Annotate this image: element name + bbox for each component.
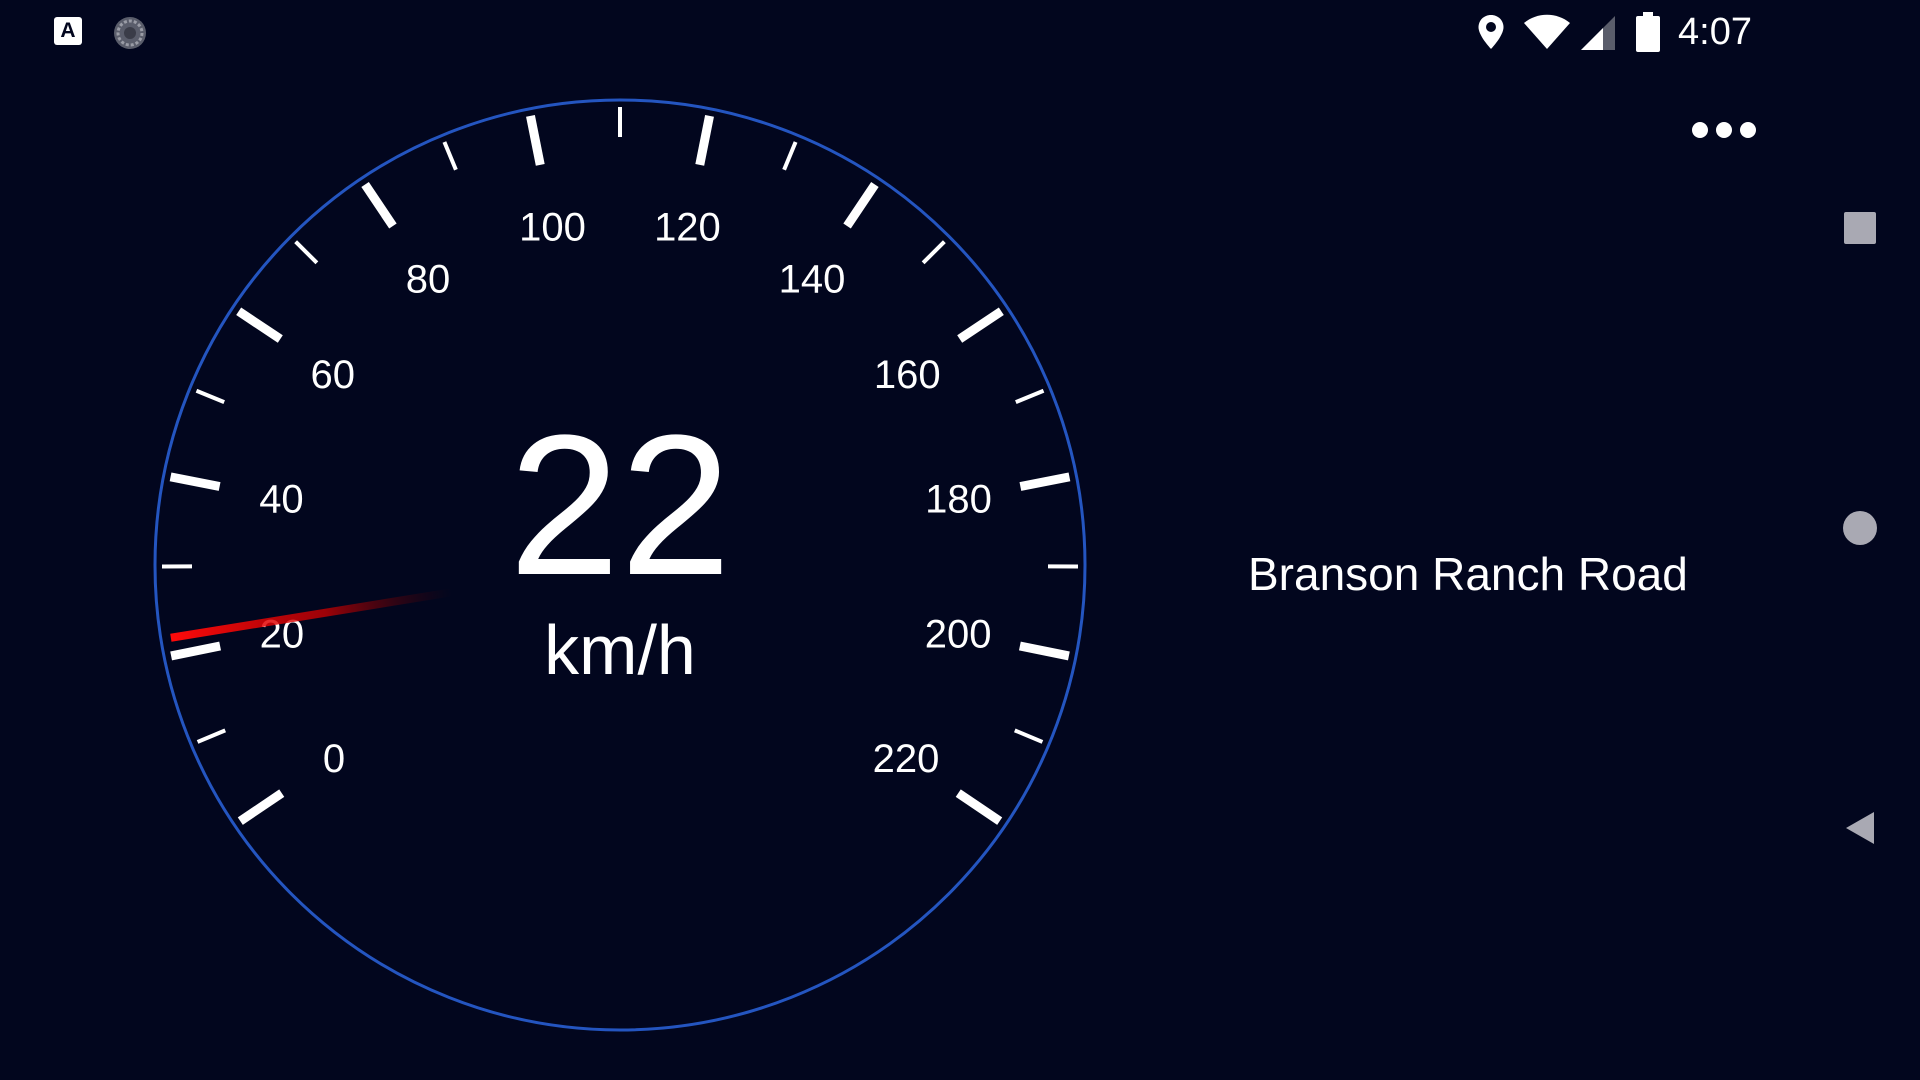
- scale-label: 220: [873, 737, 940, 781]
- major-tick: [695, 114, 714, 166]
- major-tick: [1018, 641, 1070, 661]
- more-horizontal-icon: [1692, 122, 1756, 138]
- scale-label: 40: [259, 478, 304, 522]
- minor-tick: [782, 141, 798, 171]
- minor-tick: [921, 240, 946, 265]
- recents-button[interactable]: [1830, 210, 1890, 270]
- major-tick: [955, 789, 1003, 825]
- back-icon: [1846, 812, 1874, 844]
- sync-icon: [111, 14, 149, 52]
- location-icon: [1477, 14, 1505, 54]
- minor-tick: [294, 240, 319, 265]
- more-options-button[interactable]: [1686, 112, 1762, 148]
- home-icon: [1843, 511, 1877, 545]
- signal-icon: [1581, 16, 1617, 54]
- navigation-bar: [1830, 180, 1890, 880]
- major-tick: [170, 641, 222, 661]
- major-tick: [843, 181, 879, 229]
- a-badge-icon: A: [54, 17, 82, 45]
- scale-label: 180: [925, 478, 992, 522]
- minor-tick: [196, 728, 227, 744]
- wifi-icon: [1523, 14, 1571, 54]
- app-screen: A 4:07 0 20 40 60 80 100 120 140 160 180…: [0, 0, 1920, 1080]
- major-tick: [236, 307, 283, 343]
- scale-label: 80: [406, 257, 451, 301]
- major-tick: [1019, 472, 1071, 491]
- scale-label: 200: [925, 613, 992, 657]
- recents-icon: [1844, 212, 1876, 244]
- major-tick: [526, 114, 545, 166]
- minor-tick: [195, 388, 225, 405]
- home-button[interactable]: [1830, 510, 1890, 570]
- scale-label: 160: [874, 353, 941, 397]
- status-bar: A 4:07: [0, 0, 1920, 62]
- major-tick: [361, 181, 397, 229]
- speed-value: 22: [508, 394, 732, 617]
- major-tick: [169, 472, 221, 491]
- speed-unit: km/h: [544, 611, 696, 689]
- road-name: Branson Ranch Road: [1248, 548, 1688, 600]
- scale-label: 60: [311, 353, 356, 397]
- major-tick: [237, 789, 285, 825]
- scale-label: 0: [323, 737, 345, 781]
- scale-label: 140: [779, 257, 846, 301]
- back-button[interactable]: [1830, 810, 1890, 870]
- minor-tick: [1015, 388, 1045, 405]
- battery-icon: [1636, 12, 1660, 56]
- scale-label: 120: [654, 206, 721, 250]
- speedometer: 0 20 40 60 80 100 120 140 160 180 200 220 22 km/h: [120, 90, 1120, 1080]
- speed-needle: [170, 588, 453, 642]
- minor-tick: [442, 141, 458, 171]
- major-tick: [957, 307, 1004, 343]
- minor-tick: [1013, 728, 1044, 744]
- status-clock: 4:07: [1678, 11, 1752, 53]
- scale-label: 100: [519, 206, 586, 250]
